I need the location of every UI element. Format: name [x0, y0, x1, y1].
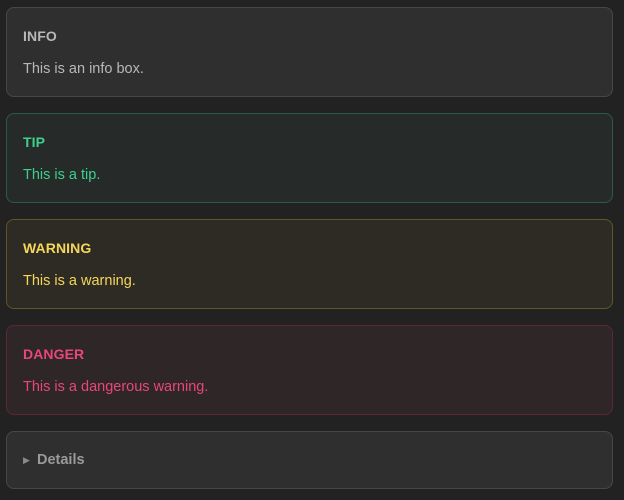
warning-callout-title: WARNING — [23, 240, 92, 256]
details-disclosure[interactable]: ▶ Details — [6, 431, 613, 489]
callout-list: INFO This is an info box. TIP This is a … — [6, 7, 613, 489]
info-callout-title: INFO — [23, 28, 57, 44]
details-summary-label[interactable]: Details — [37, 452, 85, 468]
danger-callout-text: This is a dangerous warning. — [23, 379, 209, 395]
warning-callout-text: This is a warning. — [23, 273, 136, 289]
tip-callout-text: This is a tip. — [23, 167, 101, 183]
danger-callout: DANGER This is a dangerous warning. — [6, 325, 613, 415]
tip-callout: TIP This is a tip. — [6, 113, 613, 203]
danger-callout-title: DANGER — [23, 346, 85, 362]
info-callout-text: This is an info box. — [23, 61, 144, 77]
warning-callout: WARNING This is a warning. — [6, 219, 613, 309]
triangle-right-icon[interactable]: ▶ — [23, 455, 37, 466]
tip-callout-title: TIP — [23, 134, 46, 150]
info-callout: INFO This is an info box. — [6, 7, 613, 97]
